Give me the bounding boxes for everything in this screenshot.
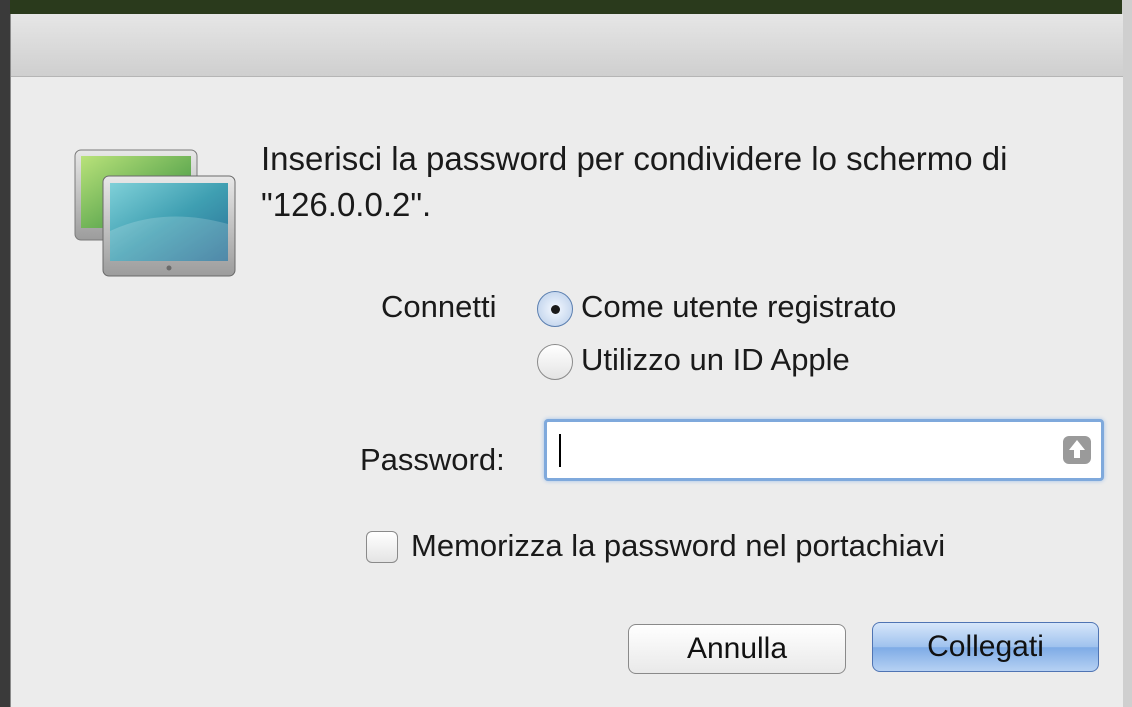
screen-sharing-password-dialog: Inserisci la password per condividere lo… <box>10 14 1123 707</box>
radio-apple-id-label[interactable]: Utilizzo un ID Apple <box>581 342 850 378</box>
caps-lock-icon <box>1063 436 1091 464</box>
keychain-checkbox[interactable] <box>366 531 398 563</box>
dialog-message: Inserisci la password per condividere lo… <box>261 140 1008 223</box>
connect-label: Connetti <box>381 289 497 324</box>
text-cursor <box>559 434 561 467</box>
cancel-button[interactable]: Annulla <box>628 624 846 674</box>
keychain-checkbox-label[interactable]: Memorizza la password nel portachiavi <box>411 528 945 564</box>
radio-apple-id[interactable] <box>537 344 573 380</box>
screen-sharing-icon <box>74 149 236 277</box>
password-label: Password: <box>360 442 505 477</box>
background-window-edge <box>0 0 1132 14</box>
background-right-edge <box>1122 0 1132 707</box>
password-input[interactable] <box>553 428 1027 474</box>
radio-registered-user-label[interactable]: Come utente registrato <box>581 289 896 325</box>
password-field[interactable] <box>544 419 1104 481</box>
radio-selected-dot <box>551 305 560 314</box>
radio-registered-user[interactable] <box>537 291 573 327</box>
background-left-edge <box>0 0 10 707</box>
connect-button[interactable]: Collegati <box>872 622 1099 672</box>
dialog-titlebar[interactable] <box>11 14 1123 77</box>
